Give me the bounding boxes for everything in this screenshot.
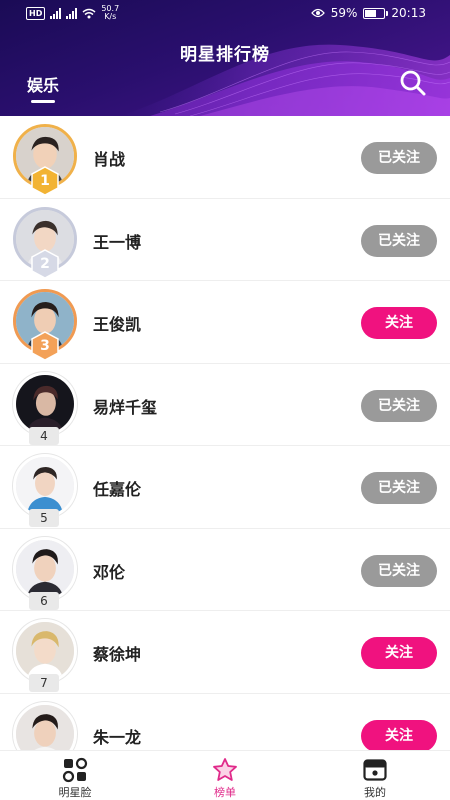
avatar[interactable]: [13, 701, 77, 750]
signal-icon-2: [66, 7, 78, 19]
avatar-container: 7: [13, 619, 79, 692]
hd-badge: HD: [26, 6, 46, 20]
bronze-medal-icon: 3: [31, 331, 59, 361]
follow-button[interactable]: 关注: [361, 719, 437, 750]
rank-number: 4: [29, 426, 59, 445]
avatar-container: 1: [13, 124, 79, 196]
star-icon: [213, 758, 237, 781]
star-name: 蔡徐坤: [93, 645, 142, 664]
search-icon[interactable]: [398, 68, 428, 98]
star-name: 朱一龙: [93, 727, 142, 747]
avatar-container: 5: [13, 454, 79, 527]
follow-button[interactable]: 已关注: [361, 389, 437, 422]
clock: 20:13: [391, 6, 426, 20]
follow-button[interactable]: 已关注: [361, 554, 437, 587]
ranking-row[interactable]: 1 肖战 已关注: [0, 116, 450, 199]
star-name: 王俊凯: [93, 315, 142, 334]
nav-ranking[interactable]: 榜单: [150, 751, 300, 800]
network-speed: 50.7 K/s: [101, 4, 120, 21]
ranking-row[interactable]: 3 王俊凯 关注: [0, 281, 450, 364]
follow-button[interactable]: 已关注: [361, 472, 437, 504]
star-name: 任嘉伦: [93, 480, 142, 499]
nav-mine[interactable]: 我的: [300, 751, 450, 800]
eye-icon: [310, 8, 325, 18]
ranking-row[interactable]: 2 王一博 已关注: [0, 198, 450, 281]
rank-number: 6: [29, 591, 59, 610]
avatar-container: 6: [13, 536, 79, 610]
follow-button[interactable]: 已关注: [361, 142, 437, 174]
ranking-row[interactable]: 朱一龙 关注: [0, 693, 450, 750]
ranking-row[interactable]: 6 邓伦 已关注: [0, 528, 450, 611]
nav-label: 明星脸: [58, 786, 92, 799]
star-name: 肖战: [93, 150, 126, 169]
star-name: 王一博: [93, 232, 142, 252]
follow-button[interactable]: 已关注: [361, 224, 437, 257]
tab-indicator: [31, 100, 55, 103]
battery-icon: [363, 7, 389, 19]
star-name: 邓伦: [93, 562, 126, 582]
nav-label: 我的: [364, 786, 386, 799]
nav-label: 榜单: [214, 786, 236, 799]
face-grid-icon: [62, 757, 88, 783]
status-bar: HD 50.7 K/s 59% 20:13: [0, 0, 450, 28]
bottom-navigation: 明星脸 榜单 我的: [0, 750, 450, 800]
follow-button[interactable]: 关注: [361, 637, 437, 669]
signal-icon: [50, 7, 62, 19]
avatar[interactable]: [13, 536, 77, 601]
rank-number: 5: [29, 509, 59, 527]
header: HD 50.7 K/s 59% 20:13 明星排行榜 娱乐: [0, 0, 450, 116]
avatar-container: [13, 701, 79, 750]
tab-entertainment[interactable]: 娱乐: [27, 72, 59, 96]
gold-medal-icon: 1: [31, 166, 59, 196]
page-title: 明星排行榜: [180, 45, 270, 65]
profile-card-icon: [363, 759, 387, 781]
avatar-container: 4: [13, 371, 79, 445]
nav-star-faces[interactable]: 明星脸: [0, 751, 150, 800]
follow-button[interactable]: 关注: [361, 307, 437, 339]
ranking-row[interactable]: 7 蔡徐坤 关注: [0, 611, 450, 694]
ranking-list: 1 肖战 已关注 2 王一博 已关注 3 王俊凯 关注 4 易烊千玺 已关注 5…: [0, 116, 450, 750]
avatar-container: 2: [13, 206, 79, 279]
star-name: 易烊千玺: [93, 397, 158, 417]
battery-percent: 59%: [330, 6, 358, 20]
avatar[interactable]: [13, 371, 77, 436]
ranking-row[interactable]: 5 任嘉伦 已关注: [0, 446, 450, 529]
silver-medal-icon: 2: [31, 248, 59, 279]
wifi-icon: [82, 8, 96, 18]
rank-number: 7: [29, 674, 59, 692]
ranking-row[interactable]: 4 易烊千玺 已关注: [0, 363, 450, 446]
avatar-container: 3: [13, 289, 79, 361]
